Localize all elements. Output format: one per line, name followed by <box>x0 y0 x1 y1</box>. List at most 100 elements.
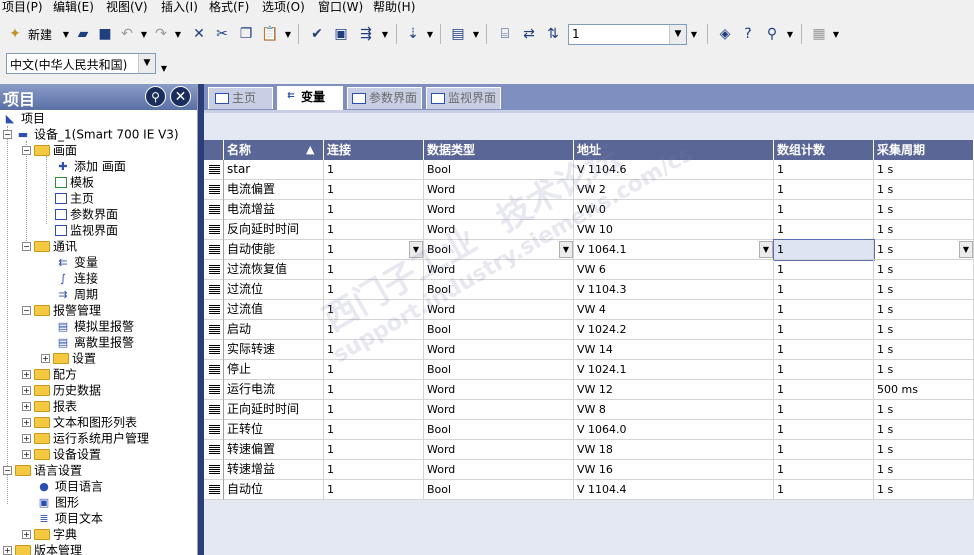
cell-address[interactable]: VW 18 <box>574 440 774 460</box>
cell-connection[interactable]: 1 <box>324 460 424 480</box>
tree-screen-add[interactable]: ✚ 添加 画面 <box>55 158 125 174</box>
binoculars-icon[interactable]: ⌸ <box>496 25 514 43</box>
cell-address[interactable]: V 1104.4 <box>574 480 774 500</box>
cell-acq-cycle[interactable]: 1 s <box>874 440 974 460</box>
cell-acq-cycle[interactable]: 1 s <box>874 200 974 220</box>
table-corner[interactable] <box>204 140 224 160</box>
cell-array-count[interactable]: 1 <box>774 180 874 200</box>
menu-window[interactable]: 窗口(W) <box>318 0 363 16</box>
chevron-down-icon[interactable]: ▼ <box>559 241 573 258</box>
row-header[interactable] <box>204 300 224 320</box>
cell-array-count[interactable]: 1 <box>774 440 874 460</box>
row-header[interactable] <box>204 460 224 480</box>
row-header[interactable] <box>204 440 224 460</box>
cell-array-count[interactable]: 1 <box>774 320 874 340</box>
cell-datatype[interactable]: Word <box>424 300 574 320</box>
cell-datatype[interactable]: Word <box>424 200 574 220</box>
expand-icon[interactable]: + <box>41 354 50 363</box>
redo-dropdown-icon[interactable]: ▼ <box>174 30 182 39</box>
cell-connection[interactable]: 1 <box>324 160 424 180</box>
cell-acq-cycle[interactable]: 1 s <box>874 460 974 480</box>
column-header-acq-cycle[interactable]: 采集周期 <box>874 140 974 160</box>
menu-format[interactable]: 格式(F) <box>209 0 249 16</box>
menu-help[interactable]: 帮助(H) <box>373 0 415 16</box>
pin-icon[interactable]: ⚲ <box>145 86 166 107</box>
redo-icon[interactable]: ↷ <box>152 25 170 43</box>
cell-address[interactable]: V 1104.3 <box>574 280 774 300</box>
expand-icon[interactable]: + <box>22 434 31 443</box>
tree-comm-tags[interactable]: ⇇ 变量 <box>55 254 98 270</box>
tree-alarm-discrete[interactable]: ▤ 离散里报警 <box>55 334 134 350</box>
cell-name[interactable]: 正向延时时间 <box>224 400 324 420</box>
hierarchy-dropdown-icon[interactable]: ▼ <box>472 30 480 39</box>
cell-name[interactable]: 反向延时时间 <box>224 220 324 240</box>
cell-address[interactable]: VW 10 <box>574 220 774 240</box>
new-icon[interactable]: ✦ <box>6 25 24 43</box>
row-header[interactable] <box>204 160 224 180</box>
language-extra-dropdown-icon[interactable]: ▼ <box>160 64 168 73</box>
cell-name[interactable]: 转速增益 <box>224 460 324 480</box>
table-row[interactable]: 反向延时时间 1 Word VW 10 1 1 s <box>204 220 974 240</box>
library-icon[interactable]: ◈ <box>716 25 734 43</box>
check-icon[interactable]: ✔ <box>308 25 326 43</box>
expand-icon[interactable]: + <box>22 402 31 411</box>
cell-name[interactable]: 转速偏置 <box>224 440 324 460</box>
table-row[interactable]: 正向延时时间 1 Word VW 8 1 1 s <box>204 400 974 420</box>
cell-array-count[interactable]: 1 <box>774 220 874 240</box>
cell-connection[interactable]: 1 <box>324 200 424 220</box>
cell-acq-cycle[interactable]: 1 s <box>874 160 974 180</box>
tree-device-settings[interactable]: + 设备设置 <box>22 446 101 462</box>
cell-array-count[interactable]: 1 <box>774 340 874 360</box>
cell-address[interactable]: V 1064.0 <box>574 420 774 440</box>
delete-icon[interactable]: ✕ <box>190 25 208 43</box>
menu-options[interactable]: 选项(O) <box>262 0 305 16</box>
tree-lang-dictionary[interactable]: + 字典 <box>22 526 77 542</box>
row-header[interactable] <box>204 320 224 340</box>
table-row[interactable]: 停止 1 Bool V 1024.1 1 1 s <box>204 360 974 380</box>
row-header[interactable] <box>204 280 224 300</box>
tab-monitor[interactable]: 监视界面 <box>426 87 501 109</box>
table-row[interactable]: 自动位 1 Bool V 1104.4 1 1 s <box>204 480 974 500</box>
compile-icon[interactable]: ▣ <box>332 25 350 43</box>
expand-icon[interactable]: + <box>3 546 12 555</box>
undo-dropdown-icon[interactable]: ▼ <box>140 30 148 39</box>
cell-datatype[interactable]: Bool <box>424 280 574 300</box>
cell-connection[interactable]: 1 <box>324 300 424 320</box>
cell-name[interactable]: 停止 <box>224 360 324 380</box>
tree-root-project[interactable]: ◣ 项目 <box>2 110 45 126</box>
cell-address[interactable]: VW 0 <box>574 200 774 220</box>
new-dropdown-icon[interactable]: ▼ <box>62 30 70 39</box>
cut-icon[interactable]: ✂ <box>213 25 231 43</box>
cell-array-count[interactable]: 1 <box>774 420 874 440</box>
menu-insert[interactable]: 插入(I) <box>161 0 198 16</box>
chevron-down-icon[interactable]: ▼ <box>759 241 773 258</box>
cell-address[interactable]: VW 16 <box>574 460 774 480</box>
cell-acq-cycle[interactable]: 1 s <box>874 340 974 360</box>
column-header-connection[interactable]: 连接 <box>324 140 424 160</box>
tree-user-admin[interactable]: + 运行系统用户管理 <box>22 430 149 446</box>
tree-text-lists[interactable]: + 文本和图形列表 <box>22 414 137 430</box>
row-header[interactable] <box>204 360 224 380</box>
cell-connection[interactable]: 1 ▼ <box>324 240 424 260</box>
tree-device[interactable]: − ▬ 设备_1(Smart 700 IE V3) <box>3 126 179 142</box>
row-header[interactable] <box>204 420 224 440</box>
cell-name[interactable]: 自动位 <box>224 480 324 500</box>
copy-icon[interactable]: ❐ <box>237 25 255 43</box>
table-row[interactable]: 实际转速 1 Word VW 14 1 1 s <box>204 340 974 360</box>
cell-name[interactable]: 电流偏置 <box>224 180 324 200</box>
chevron-down-icon[interactable]: ▼ <box>669 25 686 44</box>
table-row[interactable]: 过流值 1 Word VW 4 1 1 s <box>204 300 974 320</box>
cell-name[interactable]: 启动 <box>224 320 324 340</box>
cell-datatype[interactable]: Word <box>424 180 574 200</box>
cell-connection[interactable]: 1 <box>324 180 424 200</box>
cell-connection[interactable]: 1 <box>324 440 424 460</box>
chevron-down-icon[interactable]: ▼ <box>138 54 155 73</box>
cell-address[interactable]: VW 4 <box>574 300 774 320</box>
cell-array-count[interactable]: 1 <box>774 280 874 300</box>
table-row[interactable]: 转速偏置 1 Word VW 18 1 1 s <box>204 440 974 460</box>
row-header[interactable] <box>204 480 224 500</box>
cell-name[interactable]: 正转位 <box>224 420 324 440</box>
window-dropdown-icon[interactable]: ▼ <box>832 30 840 39</box>
column-header-array-count[interactable]: 数组计数 <box>774 140 874 160</box>
replace-icon[interactable]: ⇄ <box>520 25 538 43</box>
